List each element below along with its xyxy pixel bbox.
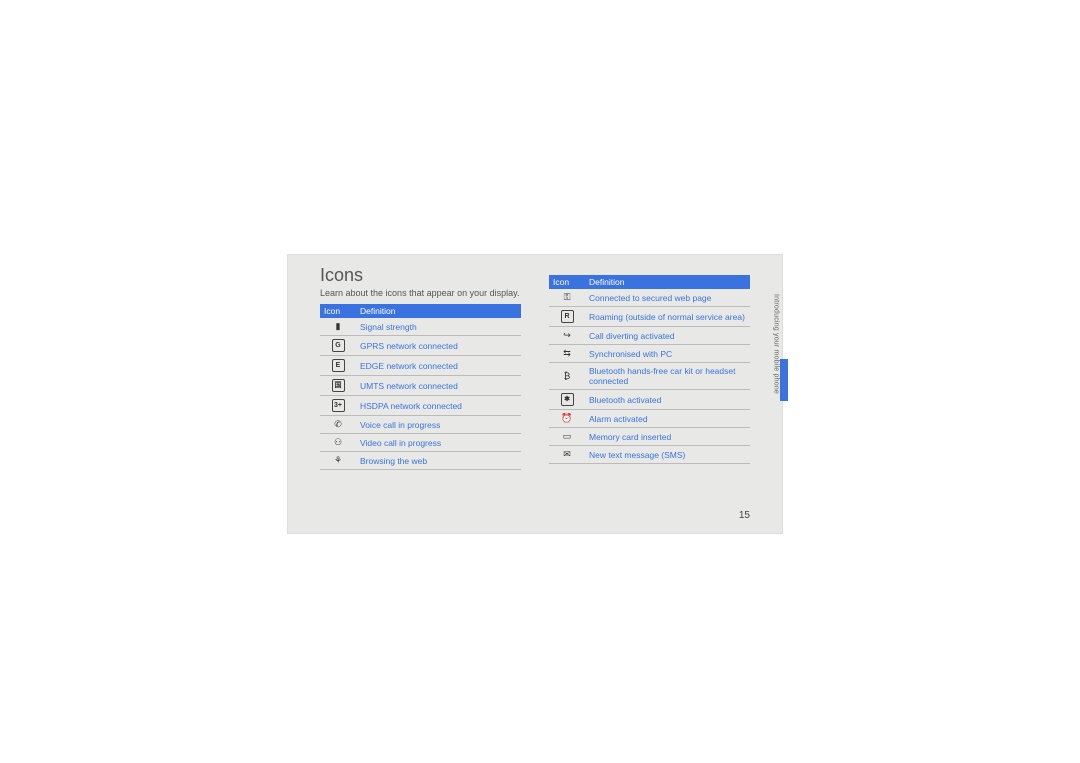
edge-icon: E [320,356,356,376]
table-row: ⚘Browsing the web [320,452,521,470]
definition-cell: Browsing the web [356,452,521,470]
gprs-icon: G [320,336,356,356]
definition-cell: Synchronised with PC [585,345,750,363]
chapter-tab [780,359,788,401]
table-row: 国UMTS network connected [320,376,521,396]
section-subtitle: Learn about the icons that appear on you… [320,288,521,298]
chapter-label: Introducing your mobile phone [773,294,780,394]
col-header-icon: Icon [549,275,585,289]
table-row: ✆Voice call in progress [320,416,521,434]
table-row: ✱Bluetooth activated [549,390,750,410]
secure-web-icon: ⚿ [549,289,585,307]
table-row: ✉New text message (SMS) [549,446,750,464]
definition-cell: Memory card inserted [585,428,750,446]
right-column: Icon Definition ⚿Connected to secured we… [549,265,750,470]
table-row: ▭Memory card inserted [549,428,750,446]
manual-page: Introducing your mobile phone Icons Lear… [288,255,782,533]
roaming-icon: R [549,307,585,327]
definition-cell: EDGE network connected [356,356,521,376]
table-row: ⚇Video call in progress [320,434,521,452]
left-column: Icons Learn about the icons that appear … [320,265,521,470]
bt-active-icon: ✱ [549,390,585,410]
definition-cell: Roaming (outside of normal service area) [585,307,750,327]
voice-call-icon: ✆ [320,416,356,434]
col-header-icon: Icon [320,304,356,318]
icon-table-left: Icon Definition ▮Signal strengthGGPRS ne… [320,304,521,470]
umts-icon: 国 [320,376,356,396]
table-row: EEDGE network connected [320,356,521,376]
call-divert-icon: ↪ [549,327,585,345]
definition-cell: New text message (SMS) [585,446,750,464]
definition-cell: Bluetooth activated [585,390,750,410]
table-row: ⏰Alarm activated [549,410,750,428]
definition-cell: Call diverting activated [585,327,750,345]
sms-icon: ✉ [549,446,585,464]
definition-cell: UMTS network connected [356,376,521,396]
signal-strength-icon: ▮ [320,318,356,336]
definition-cell: HSDPA network connected [356,396,521,416]
definition-cell: Signal strength [356,318,521,336]
table-row: ↪Call diverting activated [549,327,750,345]
definition-cell: Video call in progress [356,434,521,452]
definition-cell: Connected to secured web page [585,289,750,307]
table-row: 3+HSDPA network connected [320,396,521,416]
web-browse-icon: ⚘ [320,452,356,470]
memory-card-icon: ▭ [549,428,585,446]
table-row: ▮Signal strength [320,318,521,336]
col-header-definition: Definition [356,304,521,318]
alarm-icon: ⏰ [549,410,585,428]
definition-cell: GPRS network connected [356,336,521,356]
definition-cell: Bluetooth hands-free car kit or headset … [585,363,750,390]
table-row: GGPRS network connected [320,336,521,356]
page-content: Icons Learn about the icons that appear … [320,265,750,470]
section-title: Icons [320,265,521,286]
icon-table-right: Icon Definition ⚿Connected to secured we… [549,275,750,464]
page-number: 15 [739,510,750,521]
hsdpa-icon: 3+ [320,396,356,416]
table-row: ⇆Synchronised with PC [549,345,750,363]
table-row: ⚿Connected to secured web page [549,289,750,307]
bt-handsfree-icon: ₿ [549,363,585,390]
definition-cell: Alarm activated [585,410,750,428]
table-row: RRoaming (outside of normal service area… [549,307,750,327]
table-row: ₿Bluetooth hands-free car kit or headset… [549,363,750,390]
col-header-definition: Definition [585,275,750,289]
video-call-icon: ⚇ [320,434,356,452]
definition-cell: Voice call in progress [356,416,521,434]
sync-pc-icon: ⇆ [549,345,585,363]
